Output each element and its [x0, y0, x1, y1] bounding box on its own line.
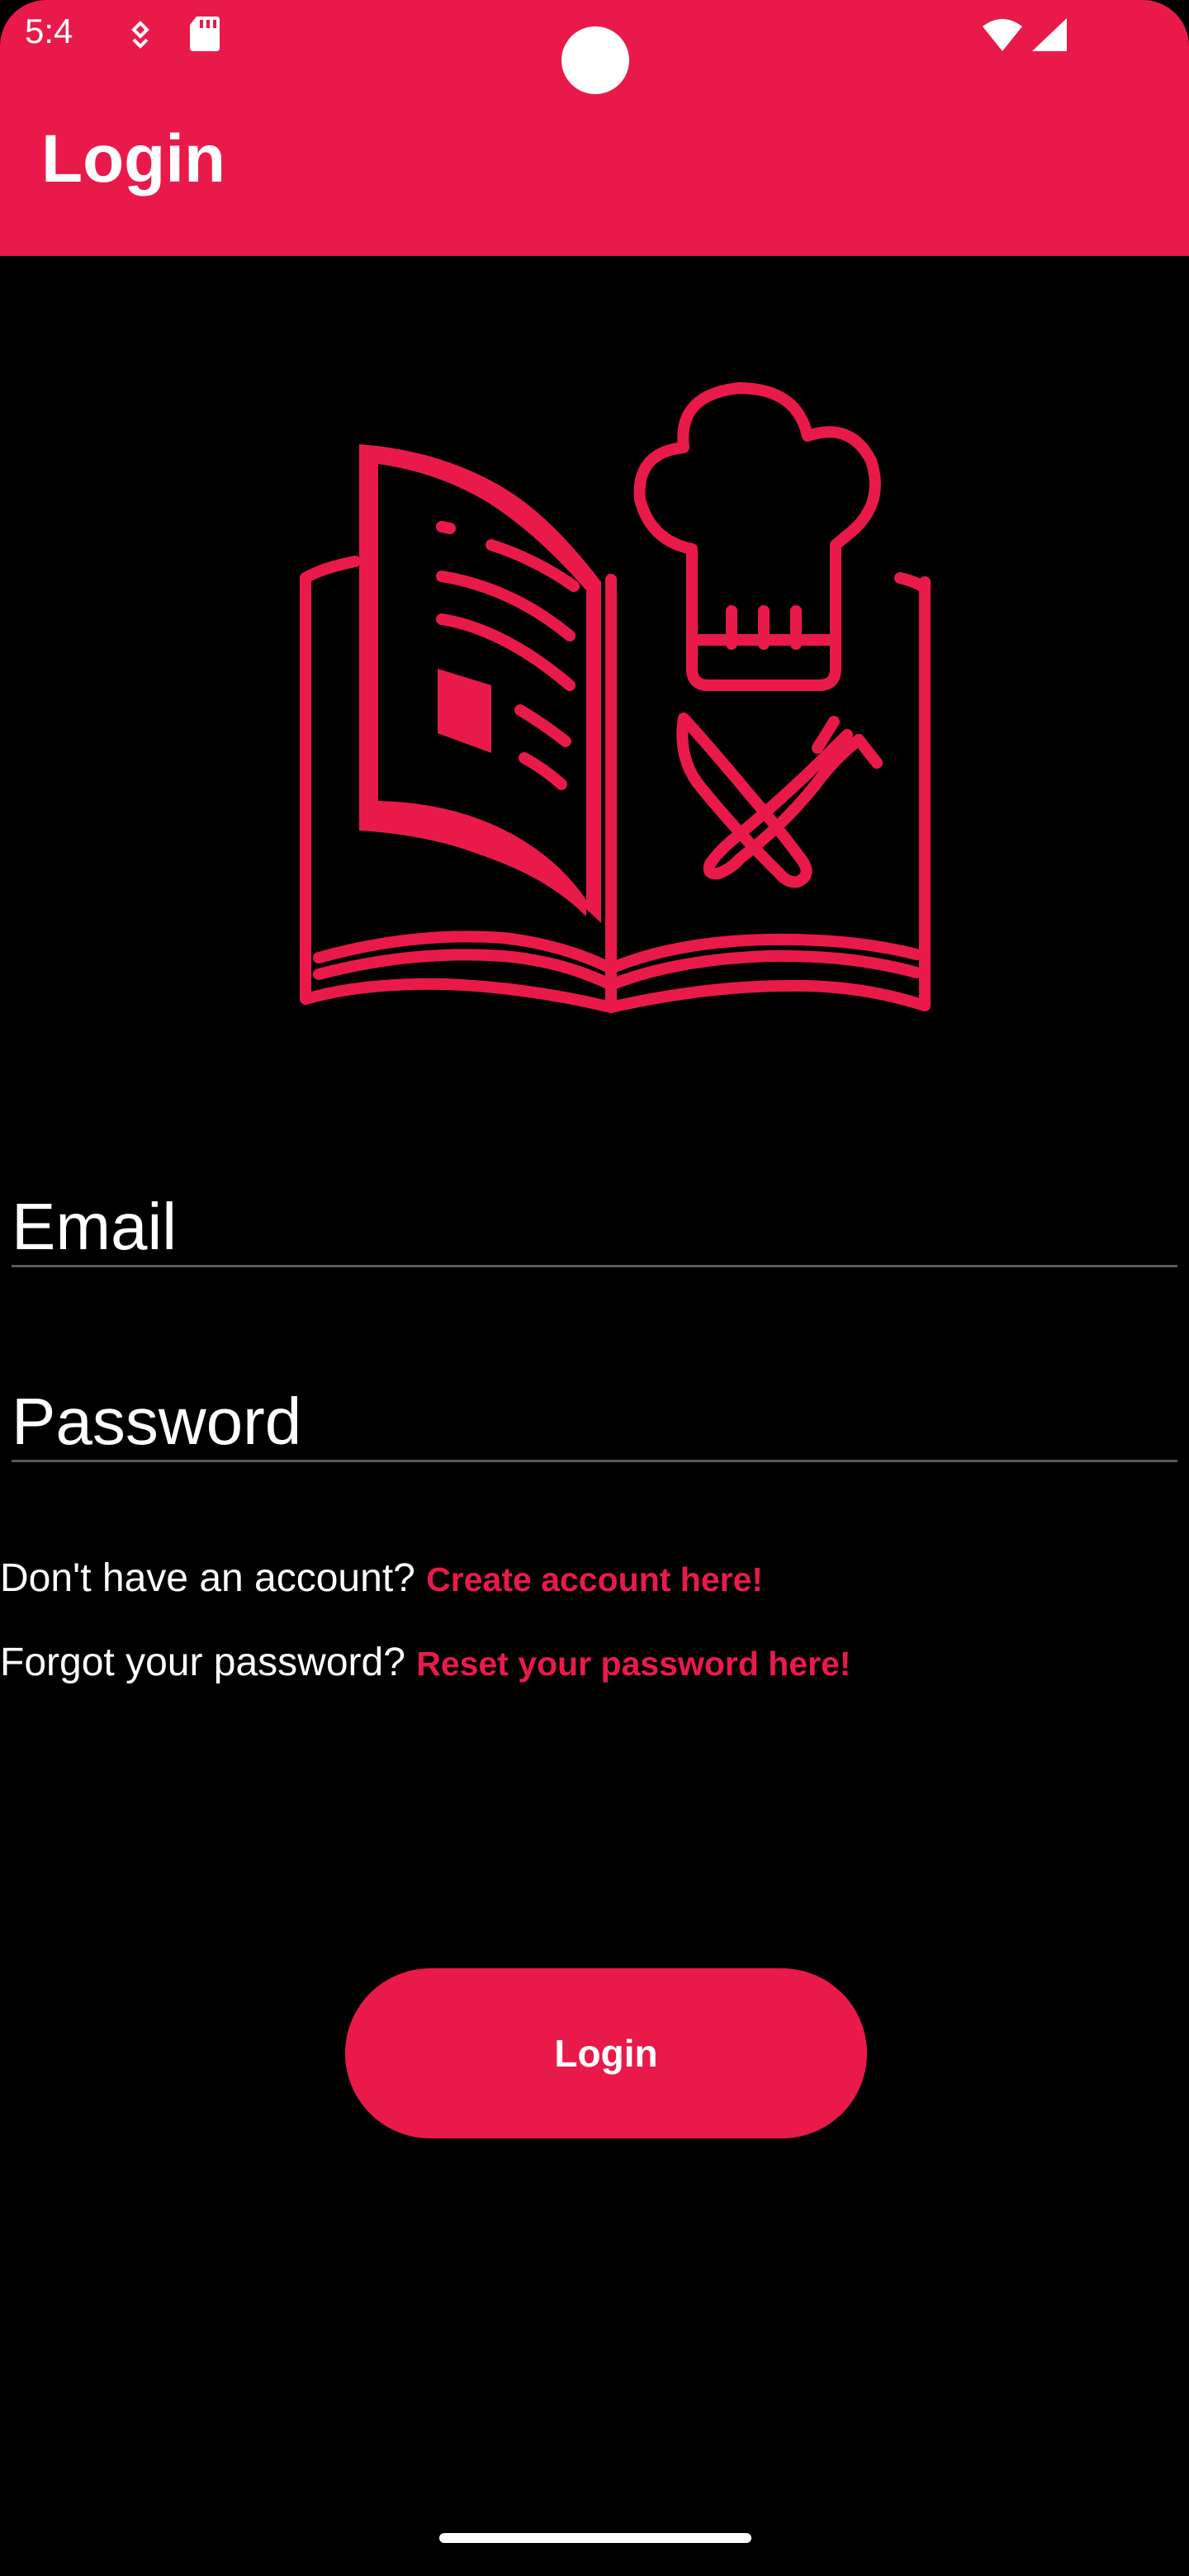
email-field[interactable] — [12, 1191, 1177, 1267]
login-button[interactable]: Login — [345, 1968, 867, 2138]
wifi-icon — [983, 19, 1022, 51]
reset-password-link[interactable]: Reset your password here! — [416, 1645, 850, 1683]
status-bar: 5:4 — [0, 0, 1189, 94]
password-field[interactable] — [12, 1385, 1177, 1462]
page-title: Login — [41, 121, 226, 197]
password-input[interactable] — [12, 1385, 1177, 1458]
sd-card-icon — [190, 17, 220, 51]
home-indicator[interactable] — [439, 2533, 751, 2543]
signup-prompt-row: Don't have an account? Create account he… — [0, 1556, 763, 1601]
email-input[interactable] — [12, 1191, 1177, 1263]
signup-prompt-text: Don't have an account? — [0, 1556, 427, 1600]
recipe-book-chef-hat-icon — [300, 382, 931, 1013]
signal-icon — [1032, 18, 1067, 51]
status-time: 5:4 — [25, 12, 73, 50]
app-bar: 5:4 Login — [0, 0, 1189, 256]
reset-prompt-row: Forgot your password? Reset your passwor… — [0, 1640, 851, 1685]
reset-prompt-text: Forgot your password? — [0, 1641, 417, 1684]
notification-icon — [131, 21, 149, 49]
camera-cutout — [561, 26, 629, 94]
create-account-link[interactable]: Create account here! — [426, 1560, 763, 1598]
